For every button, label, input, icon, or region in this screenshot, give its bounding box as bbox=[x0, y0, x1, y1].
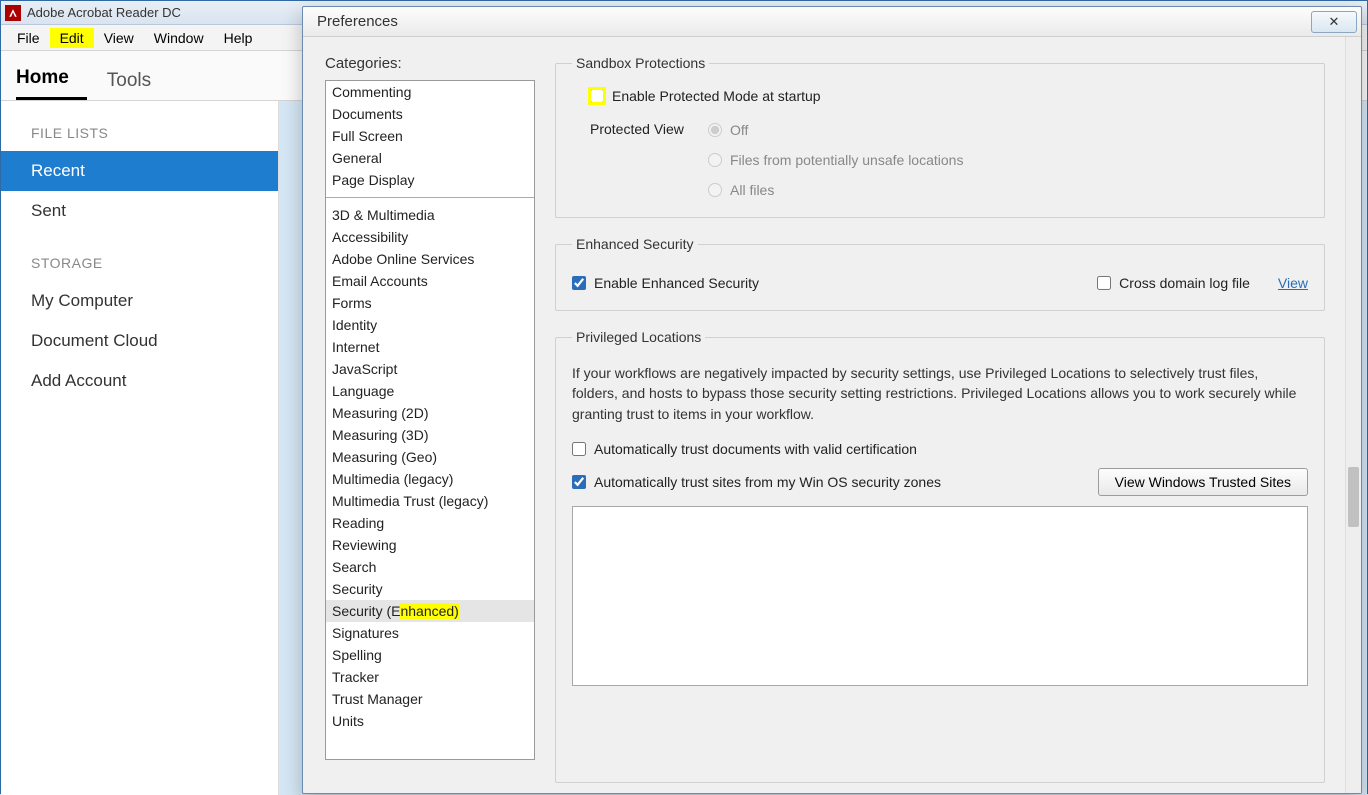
auto-trust-cert-checkbox[interactable] bbox=[572, 442, 586, 456]
dialog-body: Categories: CommentingDocumentsFull Scre… bbox=[303, 37, 1361, 793]
pane-label-filelists: FILE LISTS bbox=[1, 101, 278, 151]
enable-protected-row: Enable Protected Mode at startup bbox=[590, 85, 1308, 107]
protected-view-option-label-0: Off bbox=[730, 119, 748, 141]
category-accessibility[interactable]: Accessibility bbox=[326, 226, 534, 248]
sidebar-item-sent[interactable]: Sent bbox=[1, 191, 278, 231]
category-multimedia-trust-legacy-[interactable]: Multimedia Trust (legacy) bbox=[326, 490, 534, 512]
sidebar-item-recent[interactable]: Recent bbox=[1, 151, 278, 191]
protected-view-row: Protected View Off Files from potentially… bbox=[590, 119, 1308, 201]
menu-window[interactable]: Window bbox=[144, 28, 214, 48]
dialog-close-button[interactable]: ✕ bbox=[1311, 11, 1357, 33]
category-units[interactable]: Units bbox=[326, 710, 534, 732]
privileged-legend: Privileged Locations bbox=[572, 329, 705, 345]
protected-view-option-label-1: Files from potentially unsafe locations bbox=[730, 149, 963, 171]
enable-enhanced-checkbox[interactable] bbox=[572, 276, 586, 290]
menu-edit[interactable]: Edit bbox=[50, 28, 94, 48]
protected-view-radio-0[interactable] bbox=[708, 123, 722, 137]
enhanced-security-group: Enhanced Security Enable Enhanced Securi… bbox=[555, 236, 1325, 311]
enable-protected-label[interactable]: Enable Protected Mode at startup bbox=[612, 85, 821, 107]
app-title: Adobe Acrobat Reader DC bbox=[27, 5, 181, 20]
view-log-link[interactable]: View bbox=[1278, 275, 1308, 291]
protected-view-radio-1[interactable] bbox=[708, 153, 722, 167]
privileged-list[interactable] bbox=[572, 506, 1308, 686]
enhanced-legend: Enhanced Security bbox=[572, 236, 698, 252]
category-security-enhanced-[interactable]: Security (Enhanced) bbox=[326, 600, 534, 622]
dialog-scrollbar[interactable] bbox=[1345, 37, 1361, 793]
sandbox-legend: Sandbox Protections bbox=[572, 55, 709, 71]
enable-enhanced-label[interactable]: Enable Enhanced Security bbox=[594, 275, 759, 291]
cross-domain-label[interactable]: Cross domain log file bbox=[1119, 272, 1250, 294]
menu-file[interactable]: File bbox=[7, 28, 50, 48]
pane-label-storage: STORAGE bbox=[1, 231, 278, 281]
dialog-title: Preferences bbox=[317, 13, 398, 30]
category-multimedia-legacy-[interactable]: Multimedia (legacy) bbox=[326, 468, 534, 490]
category-forms[interactable]: Forms bbox=[326, 292, 534, 314]
view-trusted-sites-button[interactable]: View Windows Trusted Sites bbox=[1098, 468, 1308, 496]
categories-list[interactable]: CommentingDocumentsFull ScreenGeneralPag… bbox=[325, 80, 535, 760]
sidebar-item-document-cloud[interactable]: Document Cloud bbox=[1, 321, 278, 361]
category-3d-multimedia[interactable]: 3D & Multimedia bbox=[326, 204, 534, 226]
category-general[interactable]: General bbox=[326, 147, 534, 169]
enable-protected-checkbox[interactable] bbox=[590, 89, 604, 103]
category-internet[interactable]: Internet bbox=[326, 336, 534, 358]
categories-column: Categories: CommentingDocumentsFull Scre… bbox=[325, 55, 535, 783]
settings-column: Sandbox Protections Enable Protected Mod… bbox=[555, 55, 1353, 783]
category-identity[interactable]: Identity bbox=[326, 314, 534, 336]
category-page-display[interactable]: Page Display bbox=[326, 169, 534, 191]
protected-view-radio-2[interactable] bbox=[708, 183, 722, 197]
preferences-dialog: Preferences ✕ Categories: CommentingDocu… bbox=[302, 6, 1362, 794]
category-signatures[interactable]: Signatures bbox=[326, 622, 534, 644]
category-measuring-2d-[interactable]: Measuring (2D) bbox=[326, 402, 534, 424]
category-measuring-3d-[interactable]: Measuring (3D) bbox=[326, 424, 534, 446]
category-javascript[interactable]: JavaScript bbox=[326, 358, 534, 380]
menu-view[interactable]: View bbox=[94, 28, 144, 48]
category-separator bbox=[326, 197, 534, 198]
category-language[interactable]: Language bbox=[326, 380, 534, 402]
category-reading[interactable]: Reading bbox=[326, 512, 534, 534]
protected-view-option-label-2: All files bbox=[730, 179, 774, 201]
category-documents[interactable]: Documents bbox=[326, 103, 534, 125]
category-email-accounts[interactable]: Email Accounts bbox=[326, 270, 534, 292]
protected-view-options: Off Files from potentially unsafe locatio… bbox=[708, 119, 963, 201]
category-search[interactable]: Search bbox=[326, 556, 534, 578]
cross-domain-checkbox[interactable] bbox=[1097, 276, 1111, 290]
tab-home[interactable]: Home bbox=[16, 57, 87, 100]
close-icon: ✕ bbox=[1329, 14, 1340, 30]
menu-help[interactable]: Help bbox=[214, 28, 263, 48]
category-adobe-online-services[interactable]: Adobe Online Services bbox=[326, 248, 534, 270]
scrollbar-thumb[interactable] bbox=[1348, 467, 1359, 527]
sidebar-item-my-computer[interactable]: My Computer bbox=[1, 281, 278, 321]
privileged-description: If your workflows are negatively impacte… bbox=[572, 363, 1308, 424]
categories-heading: Categories: bbox=[325, 55, 535, 72]
protected-view-option-2[interactable]: All files bbox=[708, 179, 963, 201]
category-full-screen[interactable]: Full Screen bbox=[326, 125, 534, 147]
category-reviewing[interactable]: Reviewing bbox=[326, 534, 534, 556]
protected-view-label: Protected View bbox=[590, 119, 698, 137]
category-spelling[interactable]: Spelling bbox=[326, 644, 534, 666]
auto-trust-cert-label[interactable]: Automatically trust documents with valid… bbox=[594, 438, 917, 460]
tab-tools[interactable]: Tools bbox=[107, 60, 169, 100]
dialog-titlebar[interactable]: Preferences ✕ bbox=[303, 7, 1361, 37]
protected-view-option-0[interactable]: Off bbox=[708, 119, 963, 141]
protected-view-option-1[interactable]: Files from potentially unsafe locations bbox=[708, 149, 963, 171]
app-icon bbox=[5, 5, 21, 21]
auto-trust-zones-label[interactable]: Automatically trust sites from my Win OS… bbox=[594, 471, 941, 493]
category-measuring-geo-[interactable]: Measuring (Geo) bbox=[326, 446, 534, 468]
category-tracker[interactable]: Tracker bbox=[326, 666, 534, 688]
category-security[interactable]: Security bbox=[326, 578, 534, 600]
auto-trust-zones-checkbox[interactable] bbox=[572, 475, 586, 489]
left-pane: FILE LISTS RecentSent STORAGE My Compute… bbox=[1, 101, 279, 795]
sidebar-item-add-account[interactable]: Add Account bbox=[1, 361, 278, 401]
category-commenting[interactable]: Commenting bbox=[326, 81, 534, 103]
category-trust-manager[interactable]: Trust Manager bbox=[326, 688, 534, 710]
privileged-locations-group: Privileged Locations If your workflows a… bbox=[555, 329, 1325, 783]
sandbox-protections-group: Sandbox Protections Enable Protected Mod… bbox=[555, 55, 1325, 218]
